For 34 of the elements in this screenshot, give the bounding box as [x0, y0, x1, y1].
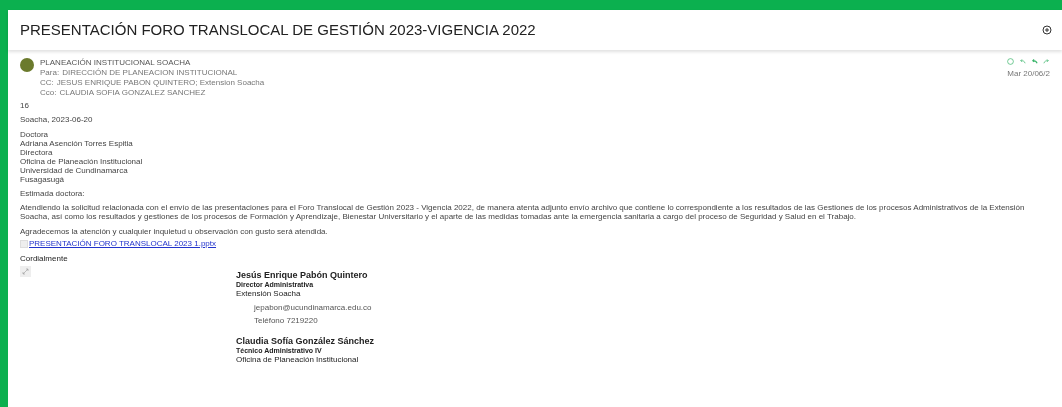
recipient-label: Cco: [40, 88, 57, 97]
signature-detail: Teléfono 7219220 [253, 316, 319, 325]
email-subject: PRESENTACIÓN FORO TRANSLOCAL DE GESTIÓN 2023-VIGENCIA 2022 [20, 19, 536, 40]
thanks-text: Agradecemos la atención y cualquier inquietud u observación con gusto será atendida. [20, 227, 329, 236]
body-paragraph: Atendiendo la solicitud relacionada con el envío de las presentaciones para el Foro Translocal de Gestión 2023 - Vigencia 2022, de manera atenta adjunto envío archivo que contiene lo correspondiente a los resultados de las Gestiones de los procesos Administrativos de la Extensión Soacha, así como los resultados y gestiones de los procesos de Formación y Aprendizaje, Bienestar Universitario y el aparte de las medidas tomadas ante la emergencia sanitaria a cargo del proceso de Seguridad y Salud en el Trabajo. [20, 203, 1026, 221]
sender-name: PLANEACIÓN INSTITUCIONAL SOACHA [40, 58, 192, 67]
recipient-label: Para: [40, 68, 60, 77]
greeting: Estimada doctora: [20, 189, 86, 198]
email-date: Mar 20/06/2 [1007, 68, 1050, 80]
document-number: 16 [20, 101, 30, 110]
signature-name: Claudia Sofía González Sánchez [236, 337, 376, 346]
signature-office: Oficina de Planeación Institucional [236, 355, 360, 365]
signature-office: Extensión Soacha [236, 289, 302, 299]
addressee-line: Directora [20, 148, 54, 157]
closing-text: Cordialmente [20, 254, 69, 263]
addressee-line: Doctora [20, 130, 49, 139]
reply-icon[interactable] [1019, 58, 1026, 65]
expand-icon[interactable] [20, 266, 31, 277]
forward-icon[interactable] [1043, 58, 1050, 65]
recipient-label: CC: [40, 78, 54, 87]
addressee-line: Universidad de Cundinamarca [20, 166, 129, 175]
recipient-value: CLAUDIA SOFIA GONZALEZ SANCHEZ [59, 88, 206, 97]
attachment-link[interactable]: PRESENTACIÓN FORO TRANSLOCAL 2023 1.pptx [29, 239, 217, 248]
addressee-line: Adriana Asención Torres Espitia [20, 139, 134, 148]
signature-detail: jepabon@ucundinamarca.edu.co [253, 303, 373, 312]
reply-all-icon[interactable] [1031, 58, 1038, 65]
recipient-value: JESUS ENRIQUE PABON QUINTERO; Extension Soacha [56, 78, 265, 87]
avatar-icon [20, 58, 34, 72]
place-date: Soacha, 2023-06-20 [20, 115, 94, 124]
file-icon [20, 239, 28, 248]
recipient-value: DIRECCIÓN DE PLANEACION INSTITUCIONAL [62, 68, 238, 77]
signature-name: Jesús Enrique Pabón Quintero [236, 271, 369, 280]
addressee-line: Fusagasugá [20, 175, 66, 184]
addressee-line: Oficina de Planeación Institucional [20, 157, 144, 166]
